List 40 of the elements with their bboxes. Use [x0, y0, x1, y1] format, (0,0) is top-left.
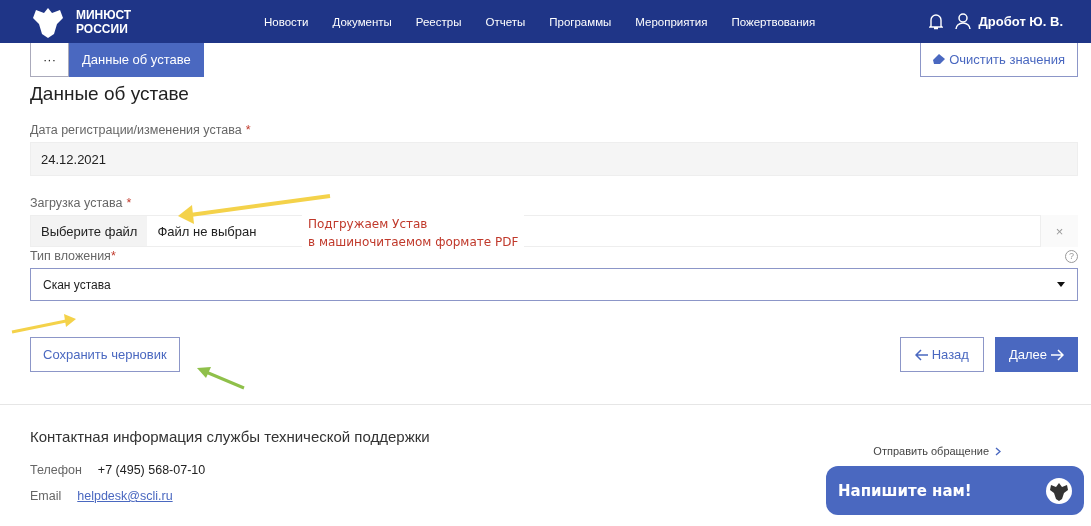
file-status: Файл не выбран [156, 223, 257, 239]
user-name[interactable]: Дробот Ю. В. [978, 14, 1063, 29]
eraser-icon [933, 54, 946, 65]
save-draft-button[interactable]: Сохранить черновик [30, 337, 180, 372]
send-request-link[interactable]: Отправить обращение [873, 444, 1001, 458]
nav-link[interactable]: Мероприятия [635, 15, 708, 28]
phone-number: +7 (495) 568-07-10 [97, 463, 206, 477]
back-button[interactable]: Назад [899, 337, 984, 372]
nav-link[interactable]: Реестры [415, 15, 462, 28]
nav-link[interactable]: Пожертвования [731, 15, 816, 28]
nav-link[interactable]: Документы [332, 15, 392, 28]
user-icon[interactable] [954, 13, 971, 30]
page-title: Данные об уставе [30, 83, 190, 105]
arrow-left-icon [914, 348, 929, 361]
phone-label: Телефон [30, 463, 82, 477]
annotation-arrow [11, 314, 76, 334]
annotation-arrow [197, 367, 245, 390]
clear-values-button[interactable]: Очистить значения [920, 43, 1078, 77]
attachment-type-select[interactable]: Скан устава [30, 268, 1078, 301]
field-label: Загрузка устава * [30, 196, 132, 210]
email-label: Email [30, 489, 62, 503]
field-label: Дата регистрации/изменения устава * [30, 123, 251, 137]
date-field[interactable]: 24.12.2021 [30, 142, 1078, 176]
logo-text[interactable]: МИНЮСТ РОССИИ [76, 7, 132, 36]
email-link[interactable]: helpdesk@scli.ru [77, 489, 173, 503]
next-button[interactable]: Далее [994, 337, 1078, 372]
nav-link[interactable]: Программы [549, 15, 612, 28]
breadcrumb-tab[interactable]: Данные об уставе [69, 43, 204, 77]
emblem-icon [1046, 477, 1072, 504]
arrow-right-icon [1050, 348, 1064, 361]
field-label: Тип вложения* [30, 249, 116, 263]
caret-icon [1057, 282, 1065, 287]
annotation-note: Подгружаем Устав в машиночитаемом формате PDF [302, 215, 525, 251]
nav-link[interactable]: Новости [264, 15, 309, 28]
bell-icon[interactable] [928, 13, 943, 30]
chevron-icon [995, 446, 1001, 456]
chat-widget-button[interactable]: Напишите нам! [826, 466, 1084, 515]
footer-heading: Контактная информация службы технической поддержки [30, 428, 430, 445]
nav-link[interactable]: Отчеты [485, 15, 526, 28]
choose-file-button[interactable]: Выберите файл [31, 216, 148, 246]
